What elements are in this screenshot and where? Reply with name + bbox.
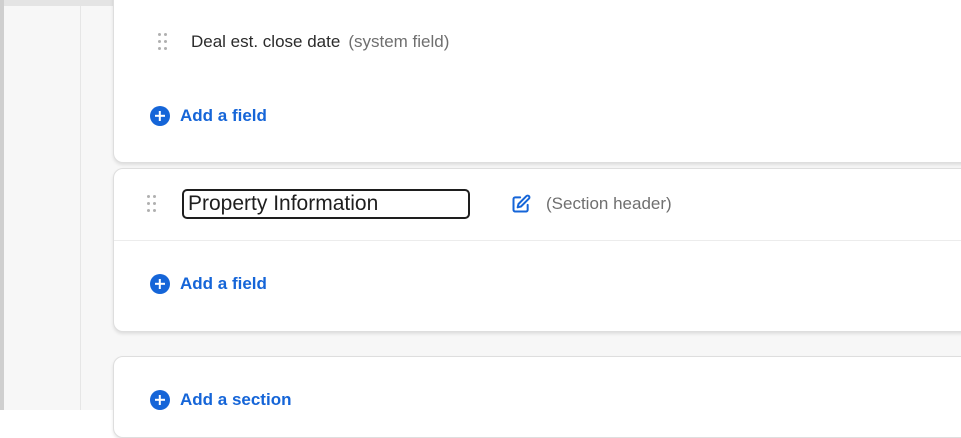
add-field-label: Add a field: [180, 274, 267, 293]
section-card: Deal est. close date (system field) Add …: [113, 0, 961, 163]
plus-circle-icon: [150, 390, 170, 410]
field-row[interactable]: Deal est. close date (system field): [114, 32, 961, 52]
add-section-button[interactable]: Add a section: [150, 390, 291, 410]
section-title-input[interactable]: [182, 189, 470, 219]
gutter-divider: [80, 6, 81, 410]
section-header-note: (Section header): [546, 194, 672, 213]
add-field-button[interactable]: Add a field: [150, 274, 267, 294]
field-type-note: (system field): [348, 32, 450, 51]
add-section-label: Add a section: [180, 390, 292, 409]
add-field-label: Add a field: [180, 106, 267, 125]
edit-icon[interactable]: [510, 193, 532, 215]
section-divider: [114, 240, 961, 241]
plus-circle-icon: [150, 274, 170, 294]
plus-circle-icon: [150, 106, 170, 126]
drag-handle-icon[interactable]: [146, 194, 158, 214]
add-field-button[interactable]: Add a field: [150, 106, 267, 126]
drag-handle-icon[interactable]: [157, 32, 169, 52]
section-header-row: (Section header): [114, 189, 961, 219]
section-card: (Section header) Add a field: [113, 168, 961, 332]
field-name: Deal est. close date: [191, 32, 341, 51]
add-section-card: Add a section: [113, 356, 961, 438]
